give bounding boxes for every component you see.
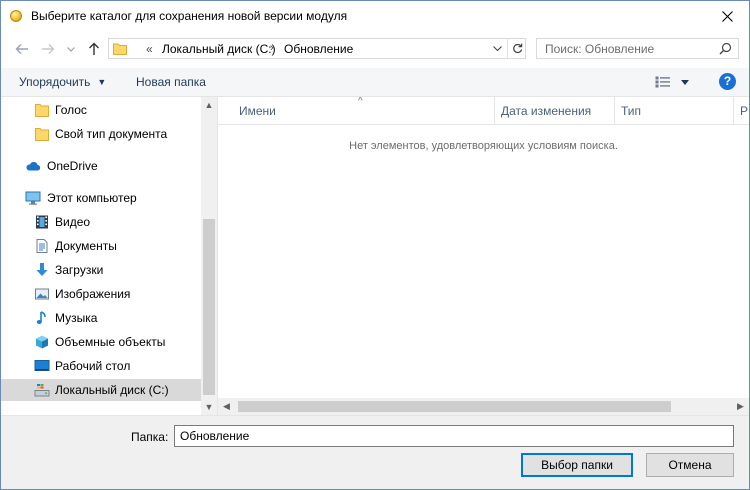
column-header-label: Р: [740, 104, 749, 118]
dialog-footer: Папка: Выбор папки Отмена: [1, 415, 749, 489]
3d-objects-icon: [36, 335, 48, 349]
scroll-up-arrow-icon[interactable]: ▲: [201, 97, 217, 113]
command-toolbar: Упорядочить ▼ Новая папка ?: [1, 68, 749, 97]
computer-icon: [25, 191, 41, 205]
nav-item-pictures[interactable]: Изображения: [1, 283, 201, 305]
navigation-bar: « Локальный диск (C:) › Обновление Поиск…: [1, 35, 749, 63]
up-button[interactable]: [85, 39, 103, 59]
pictures-icon: [35, 288, 49, 300]
chevron-down-icon: [492, 46, 502, 51]
nav-item-3d-objects[interactable]: Объемные объекты: [1, 331, 201, 353]
nav-item-label: Рабочий стол: [55, 359, 131, 373]
nav-item-label: Изображения: [55, 287, 131, 301]
nav-item-this-pc[interactable]: Этот компьютер: [1, 187, 201, 209]
scrollbar-thumb[interactable]: [203, 219, 215, 395]
folder-icon: [35, 128, 49, 141]
nav-item-label: OneDrive: [47, 159, 98, 173]
address-bar[interactable]: « Локальный диск (C:) › Обновление: [108, 38, 526, 59]
column-header-label: Дата изменения: [501, 104, 592, 118]
nav-pane-scrollbar[interactable]: ▲ ▼: [201, 97, 217, 415]
desktop-icon: [34, 360, 50, 371]
back-button[interactable]: [13, 39, 31, 59]
video-icon: [36, 215, 48, 229]
nav-item-videos[interactable]: Видео: [1, 211, 201, 233]
folder-field-label: Папка:: [131, 430, 169, 444]
title-bar: Выберите каталог для сохранения новой ве…: [1, 1, 749, 31]
nav-item-label: Загрузки: [55, 263, 104, 277]
folder-picker-dialog: Выберите каталог для сохранения новой ве…: [0, 0, 750, 490]
address-overflow[interactable]: «: [146, 42, 153, 56]
column-header-type[interactable]: Тип: [615, 97, 734, 124]
nav-item-desktop[interactable]: Рабочий стол: [1, 355, 201, 377]
download-icon: [36, 263, 48, 276]
close-icon: [721, 10, 733, 22]
breadcrumb-separator[interactable]: ›: [270, 42, 274, 54]
nav-item-label: Музыка: [55, 311, 98, 325]
address-dropdown-button[interactable]: [488, 39, 506, 58]
search-icon[interactable]: [719, 42, 732, 55]
nav-item-downloads[interactable]: Загрузки: [1, 259, 201, 281]
organize-label: Упорядочить: [19, 75, 91, 89]
caret-down-icon: ▼: [97, 77, 107, 87]
nav-item-label: Локальный диск (C:): [55, 383, 169, 397]
nav-item-label: Голос: [55, 103, 87, 117]
select-folder-button[interactable]: Выбор папки: [521, 453, 633, 477]
empty-list-message: Нет элементов, удовлетворяющих условиям …: [349, 140, 618, 152]
scroll-down-arrow-icon[interactable]: ▼: [201, 399, 217, 415]
refresh-icon: [512, 43, 522, 54]
file-list-pane: ^ Имени Дата изменения Тип Р Нет элемент…: [218, 97, 749, 415]
forward-button[interactable]: [39, 39, 57, 59]
nav-item-local-disk-c[interactable]: Локальный диск (C:): [1, 379, 201, 401]
file-list-horizontal-scrollbar[interactable]: ◀ ▶: [218, 398, 749, 415]
search-box[interactable]: Поиск: Обновление: [536, 38, 739, 59]
column-header-size[interactable]: Р: [734, 97, 749, 124]
caret-down-icon: [681, 79, 689, 85]
change-view-button[interactable]: [655, 74, 691, 90]
organize-button[interactable]: Упорядочить ▼: [19, 75, 106, 89]
cancel-button[interactable]: Отмена: [646, 453, 734, 477]
close-button[interactable]: [705, 1, 749, 31]
nav-item-golos[interactable]: Голос: [1, 99, 201, 121]
sort-ascending-icon: ^: [358, 97, 363, 107]
music-icon: [36, 311, 46, 324]
scroll-left-arrow-icon[interactable]: ◀: [218, 398, 235, 415]
nav-item-documents[interactable]: Документы: [1, 235, 201, 257]
arrow-left-icon: [15, 44, 28, 54]
refresh-button[interactable]: [507, 39, 526, 58]
folder-name-input[interactable]: [174, 425, 734, 447]
nav-item-label: Объемные объекты: [55, 335, 166, 349]
nav-item-label: Видео: [55, 215, 91, 229]
chevron-down-icon: [67, 46, 75, 52]
navigation-pane: Голос Свой тип документа OneDrive Этот к…: [1, 97, 218, 415]
arrow-right-icon: [42, 44, 55, 54]
column-header-name[interactable]: ^ Имени: [218, 97, 495, 124]
nav-item-custom-doc-type[interactable]: Свой тип документа: [1, 123, 201, 145]
breadcrumb-local-disk[interactable]: Локальный диск (C:): [162, 42, 276, 56]
search-placeholder[interactable]: Поиск: Обновление: [545, 42, 654, 56]
nav-item-label: Документы: [55, 239, 117, 253]
documents-icon: [36, 239, 48, 253]
nav-item-music[interactable]: Музыка: [1, 307, 201, 329]
recent-locations-button[interactable]: [65, 39, 77, 59]
onedrive-cloud-icon: [26, 161, 41, 171]
details-view-icon: [655, 76, 670, 88]
nav-item-label: Этот компьютер: [47, 191, 137, 205]
column-header-label: Тип: [621, 104, 642, 118]
column-headers: ^ Имени Дата изменения Тип Р: [218, 97, 749, 125]
arrow-up-icon: [89, 42, 99, 55]
window-title: Выберите каталог для сохранения новой ве…: [31, 9, 348, 23]
nav-item-onedrive[interactable]: OneDrive: [1, 155, 201, 177]
column-header-date-modified[interactable]: Дата изменения: [495, 97, 615, 124]
scroll-right-arrow-icon[interactable]: ▶: [732, 398, 749, 415]
folder-icon: [113, 43, 127, 55]
folder-icon: [35, 104, 49, 117]
local-disk-icon: [34, 384, 50, 397]
breadcrumb-update-folder[interactable]: Обновление: [284, 42, 353, 56]
help-button[interactable]: ?: [719, 73, 736, 90]
column-header-label: Имени: [239, 104, 276, 118]
scrollbar-thumb[interactable]: [238, 401, 671, 412]
new-folder-button[interactable]: Новая папка: [136, 75, 206, 89]
nav-item-label: Свой тип документа: [55, 127, 168, 141]
app-icon: [10, 10, 22, 22]
